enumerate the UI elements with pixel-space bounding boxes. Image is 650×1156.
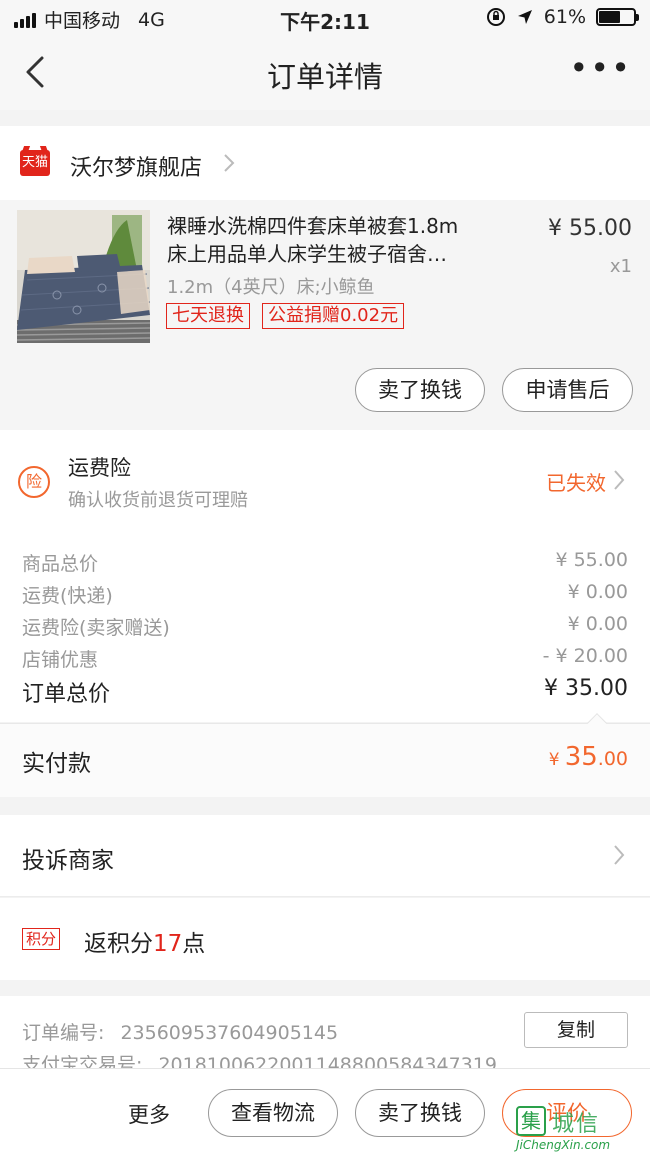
view-logistics-button[interactable]: 查看物流 (208, 1089, 338, 1137)
complain-merchant-row[interactable]: 投诉商家 (0, 815, 650, 897)
complain-merchant-label: 投诉商家 (22, 848, 114, 874)
tag-seven-day-return: 七天退换 (166, 303, 250, 329)
order-number-label: 订单编号: (22, 1022, 105, 1044)
insurance-icon: 险 (18, 466, 50, 498)
insurance-status: 已失效 (546, 471, 606, 495)
status-bar: 中国移动 4G 下午2:11 61% (0, 0, 650, 36)
order-info: 订单编号: 235609537604905145 支付宝交易号: 2018100… (0, 996, 650, 1068)
alipay-trade-label: 支付宝交易号: (22, 1054, 143, 1068)
more-actions-link[interactable]: 更多 (128, 1099, 170, 1129)
order-total-value: ¥ 35.00 (544, 676, 628, 701)
status-right: 61% (486, 6, 639, 28)
summary-row-goods-total: 商品总价 ¥ 55.00 (22, 549, 628, 576)
rotation-lock-icon (486, 8, 505, 26)
product-price: ¥ 55.00 (548, 216, 632, 241)
summary-value: - ¥ 20.00 (542, 645, 628, 667)
points-row: 积分 返积分17点 (0, 898, 650, 980)
summary-label: 运费险(卖家赠送) (22, 617, 170, 639)
currency-symbol: ¥ (548, 750, 560, 770)
product-title-line2: 床上用品单人床学生被子宿舍… (167, 242, 447, 266)
points-text: 返积分17点 (84, 924, 205, 958)
page-title: 订单详情 (266, 60, 383, 94)
copy-button[interactable]: 复制 (524, 1012, 628, 1048)
summary-row-shop-discount: 店铺优惠 - ¥ 20.00 (22, 645, 628, 672)
nav-bar: 订单详情 ••• (0, 36, 650, 110)
actual-payment-value: ¥ 35.00 (549, 742, 628, 772)
points-badge: 积分 (22, 928, 61, 950)
watermark-logo-icon: 集 (516, 1106, 546, 1136)
product-item[interactable]: 裸睡水洗棉四件套床单被套1.8m 床上用品单人床学生被子宿舍… 1.2m（4英尺… (0, 200, 650, 430)
tag-charity-donation: 公益捐赠0.02元 (262, 303, 405, 329)
after-sale-button[interactable]: 申请售后 (502, 368, 633, 412)
tmall-logo-icon: 天猫 (20, 150, 50, 176)
points-suffix: 点 (182, 931, 206, 957)
shop-row[interactable]: 天猫 沃尔梦旗舰店 (0, 126, 650, 200)
order-number-line: 订单编号: 235609537604905145 (22, 1018, 338, 1045)
points-count: 17 (153, 931, 183, 957)
battery-level-fill (599, 11, 620, 23)
amount-decimal: .00 (597, 748, 628, 770)
product-title[interactable]: 裸睡水洗棉四件套床单被套1.8m 床上用品单人床学生被子宿舍… (167, 212, 507, 268)
product-quantity: x1 (609, 256, 632, 277)
summary-value: ¥ 0.00 (567, 581, 628, 603)
insurance-title: 运费险 (68, 456, 131, 480)
sell-for-cash-button[interactable]: 卖了换钱 (355, 368, 485, 412)
order-total-label: 订单总价 (22, 682, 111, 707)
product-thumbnail[interactable] (17, 210, 150, 343)
summary-row-shipping-insurance: 运费险(卖家赠送) ¥ 0.00 (22, 613, 628, 640)
product-spec: 1.2m（4英尺）床;小鲸鱼 (167, 277, 375, 298)
shipping-insurance-row[interactable]: 险 运费险 确认收货前退货可理赔 已失效 (0, 430, 650, 522)
product-title-line1: 裸睡水洗棉四件套床单被套1.8m (167, 214, 459, 238)
actual-payment-row: 实付款 ¥ 35.00 (0, 713, 650, 797)
price-summary: 商品总价 ¥ 55.00 运费(快递) ¥ 0.00 运费险(卖家赠送) ¥ 0… (0, 522, 650, 722)
battery-icon (596, 8, 639, 26)
location-arrow-icon (517, 10, 532, 24)
alipay-trade-line: 支付宝交易号: 2018100622001148800584347319 (22, 1050, 497, 1068)
summary-row-shipping: 运费(快递) ¥ 0.00 (22, 581, 628, 608)
chevron-right-icon (224, 154, 235, 172)
battery-percent: 61% (543, 6, 586, 28)
summary-value: ¥ 0.00 (567, 613, 628, 635)
summary-label: 店铺优惠 (22, 649, 99, 671)
summary-label: 运费(快递) (22, 585, 113, 607)
product-tags: 七天退换 公益捐赠0.02元 (166, 303, 405, 329)
insurance-subtitle: 确认收货前退货可理赔 (68, 490, 248, 511)
actual-payment-label: 实付款 (22, 751, 91, 777)
more-menu-button[interactable]: ••• (569, 52, 632, 84)
points-prefix: 返积分 (84, 931, 153, 957)
summary-row-order-total: 订单总价 ¥ 35.00 (22, 676, 628, 708)
summary-label: 商品总价 (22, 553, 99, 575)
order-number-value: 235609537604905145 (120, 1022, 339, 1044)
watermark-cn: 城信 (552, 1112, 601, 1137)
summary-value: ¥ 55.00 (555, 549, 628, 571)
chevron-right-icon (614, 470, 625, 490)
watermark-en: JiChengXin.com (516, 1138, 611, 1152)
site-watermark: 集 城信 JiChengXin.com (516, 1106, 640, 1154)
sell-for-cash-bottom-button[interactable]: 卖了换钱 (355, 1089, 485, 1137)
shop-name[interactable]: 沃尔梦旗舰店 (70, 150, 202, 182)
alipay-trade-value: 2018100622001148800584347319 (158, 1054, 497, 1068)
chevron-right-icon (614, 845, 625, 865)
amount-integer: 35 (564, 742, 598, 772)
